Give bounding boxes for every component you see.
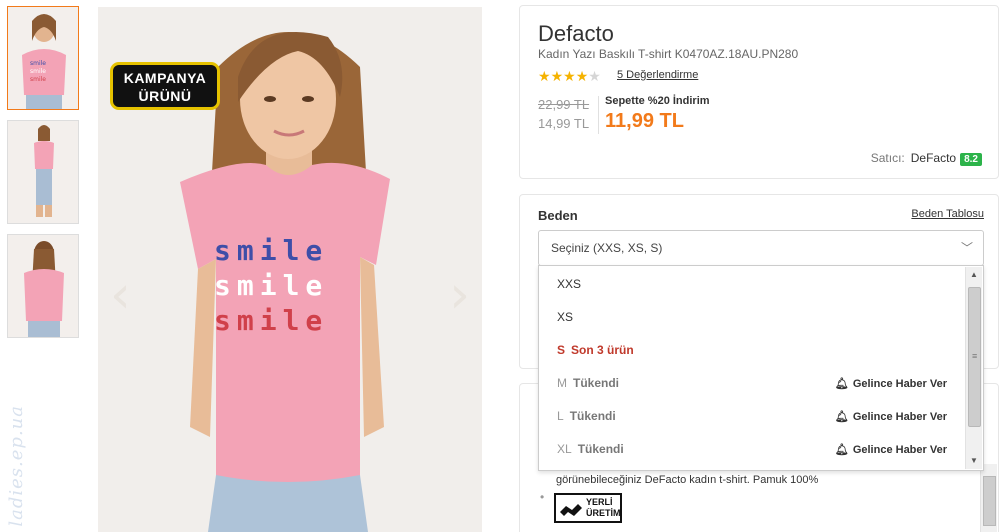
bell-icon: 🔔︎ [834, 411, 849, 423]
rating-stars: ★★★★★ [538, 68, 601, 85]
grip-icon: ≡ [972, 351, 978, 361]
handshake-icon [560, 504, 582, 516]
size-title: Beden [538, 208, 578, 223]
thumbnail-full[interactable] [7, 120, 79, 224]
size-option-label: XS [557, 310, 574, 324]
size-option-label: XL [557, 442, 572, 456]
campaign-badge-line2: ÜRÜNÜ [138, 88, 192, 104]
product-name: Kadın Yazı Baskılı T-shirt K0470AZ.18AU.… [538, 47, 799, 61]
svg-text:smile: smile [30, 76, 46, 83]
size-option-l[interactable]: L Tükendi [557, 409, 616, 423]
prev-image-arrow-icon[interactable]: ‹ [110, 269, 131, 321]
price-divider [598, 96, 599, 134]
campaign-badge: KAMPANYA ÜRÜNÜ [110, 62, 220, 110]
description-scrollbar[interactable] [980, 464, 997, 532]
basket-discount-label: Sepette %20 İndirim [605, 95, 710, 107]
size-option-label: XXS [557, 277, 582, 291]
star-empty-icon: ★ [588, 68, 601, 84]
seller-name[interactable]: DeFacto [911, 151, 956, 165]
svg-text:smile: smile [214, 269, 328, 302]
chevron-down-icon: ﹀ [960, 241, 973, 255]
campaign-badge-line1: KAMPANYA [123, 70, 207, 86]
svg-text:smile: smile [214, 234, 328, 267]
size-option-label: L [557, 409, 564, 423]
description-text: görünebileceğiniz DeFacto kadın t-shirt.… [556, 474, 819, 486]
bell-icon: 🔔︎ [834, 378, 849, 390]
seller-label: Satıcı: [870, 151, 905, 165]
watermark: ladies.ep.ua [6, 405, 27, 527]
bullet-icon: • [540, 490, 545, 504]
main-product-image: smile smile smile KAMPANYA ÜRÜNÜ ‹ › [98, 7, 482, 532]
out-of-stock-label: Tükendi [573, 376, 620, 390]
out-of-stock-label: Tükendi [569, 409, 616, 423]
seller-info: Satıcı: DeFacto 8.2 [871, 151, 982, 166]
notify-me-button-xl[interactable]: 🔔︎ Gelince Haber Ver [835, 443, 947, 456]
description-scrollbar-thumb[interactable] [983, 476, 996, 526]
dropdown-scrollbar[interactable]: ▲ ≡ ▼ [965, 267, 982, 469]
size-option-xs[interactable]: XS [557, 310, 573, 324]
local-badge-line1: YERLİ [586, 497, 613, 507]
notify-label: Gelince Haber Ver [852, 378, 947, 390]
notify-label: Gelince Haber Ver [852, 444, 947, 456]
size-option-m[interactable]: M Tükendi [557, 376, 619, 390]
low-stock-label: Son 3 ürün [571, 343, 634, 357]
size-dropdown-list[interactable]: XXS XS S Son 3 ürün M Tükendi 🔔︎ Gelince Ha… [538, 265, 984, 471]
size-option-label: S [557, 343, 566, 357]
size-option-xl[interactable]: XL Tükendi [557, 442, 624, 456]
svg-text:smile: smile [30, 68, 46, 75]
size-select[interactable]: Seçiniz (XXS, XS, S) ﹀ [538, 230, 984, 266]
thumbnail-back[interactable] [7, 234, 79, 338]
notify-me-button-m[interactable]: 🔔︎ Gelince Haber Ver [835, 377, 947, 390]
basket-price: 11,99 TL [605, 110, 684, 132]
product-info-card: Defacto Kadın Yazı Baskılı T-shirt K0470… [519, 5, 999, 179]
local-production-badge: YERLİ ÜRETİM [554, 493, 622, 523]
svg-text:smile: smile [30, 60, 46, 67]
size-option-s[interactable]: S Son 3 ürün [557, 343, 634, 357]
size-option-xxs[interactable]: XXS [557, 277, 581, 291]
local-badge-line2: ÜRETİM [586, 508, 621, 518]
star-icon: ★ [550, 68, 564, 84]
notify-label: Gelince Haber Ver [852, 411, 947, 423]
notify-me-button-l[interactable]: 🔔︎ Gelince Haber Ver [835, 410, 947, 423]
seller-score-badge: 8.2 [960, 153, 982, 166]
old-price: 22,99 TL [538, 97, 590, 112]
brand-name[interactable]: Defacto [538, 21, 614, 47]
star-icon: ★ [538, 68, 551, 84]
size-select-placeholder: Seçiniz (XXS, XS, S) [551, 241, 663, 255]
scroll-down-arrow-icon[interactable]: ▼ [966, 453, 982, 469]
next-image-arrow-icon[interactable]: › [449, 269, 470, 321]
out-of-stock-label: Tükendi [577, 442, 624, 456]
star-icon: ★ [575, 68, 589, 84]
star-icon: ★ [563, 68, 576, 84]
scroll-up-arrow-icon[interactable]: ▲ [966, 267, 982, 283]
reviews-link[interactable]: 5 Değerlendirme [617, 69, 698, 81]
dropdown-scrollbar-thumb[interactable]: ≡ [968, 287, 981, 427]
svg-text:smile: smile [214, 304, 328, 337]
thumbnail-front[interactable]: smile smile smile [7, 6, 79, 110]
bell-icon: 🔔︎ [834, 444, 849, 456]
size-chart-link[interactable]: Beden Tablosu [911, 208, 984, 220]
size-option-label: M [557, 376, 567, 390]
current-price: 14,99 TL [538, 116, 590, 131]
